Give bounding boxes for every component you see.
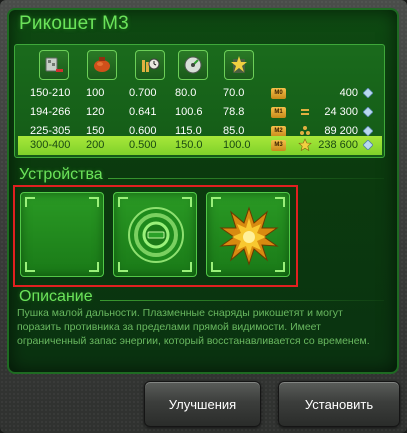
stat-value: 0.700 (129, 87, 157, 99)
stat-value: 78.8 (223, 106, 245, 118)
price-value: 24 300 (324, 106, 358, 118)
upgrade-row-m1: 194-266 120 0.641 100.6 78.8 M1 24 300 (18, 103, 382, 122)
devices-heading: Устройства (19, 166, 103, 183)
stat-value: 150.0 (175, 139, 203, 151)
stat-value: 70.0 (223, 87, 245, 99)
upgrade-row-m0: 150-210 100 0.700 80.0 70.0 M0 400 (18, 84, 382, 103)
stat-value: 100.0 (223, 139, 251, 151)
damage-range: 300-400 (30, 139, 71, 151)
divider (108, 178, 384, 179)
device-slot-locked[interactable] (113, 192, 197, 277)
crystal-icon (363, 88, 373, 98)
modification-badge: M0 (271, 88, 286, 99)
crystal-icon (363, 107, 373, 117)
price-value: 238 600 (318, 139, 358, 151)
price-value: 400 (339, 87, 358, 99)
stat-value: 0.641 (129, 106, 157, 118)
install-button[interactable]: Установить (278, 381, 400, 427)
stat-value: 100.6 (175, 106, 203, 118)
stat-value: 0.500 (129, 139, 157, 151)
upgrade-row-m3-selected[interactable]: 300-400 200 0.500 150.0 100.0 M3 238 600 (18, 136, 382, 155)
stat-value: 80.0 (175, 87, 197, 99)
description-heading: Описание (19, 288, 93, 305)
modification-badge: M1 (271, 107, 286, 118)
modification-badge: M3 (271, 140, 286, 151)
divider (100, 300, 384, 301)
item-title: Рикошет М3 (19, 13, 129, 34)
device-slot-burst[interactable] (206, 192, 290, 277)
armor-plate-icon (39, 50, 69, 80)
stat-value: 120 (86, 106, 105, 118)
device-slot-empty[interactable] (20, 192, 104, 277)
explosion-device-icon (219, 206, 279, 266)
star-rank-icon (298, 138, 312, 152)
upgrades-button[interactable]: Улучшения (144, 381, 261, 427)
item-description: Пушка малой дальности. Плазменные снаряд… (17, 307, 370, 347)
crystal-icon (363, 140, 373, 150)
damage-range: 194-266 (30, 106, 71, 118)
stat-value: 100 (86, 87, 105, 99)
fuel-canister-icon (87, 50, 117, 80)
ammo-clock-icon (135, 50, 165, 80)
energy-burst-icon (224, 50, 254, 80)
empty-device-icon (128, 207, 184, 263)
crystal-icon (363, 126, 373, 136)
damage-range: 150-210 (30, 87, 71, 99)
radar-gauge-icon (178, 50, 208, 80)
stat-value: 200 (86, 139, 105, 151)
chevron-rank-icon (301, 109, 309, 115)
